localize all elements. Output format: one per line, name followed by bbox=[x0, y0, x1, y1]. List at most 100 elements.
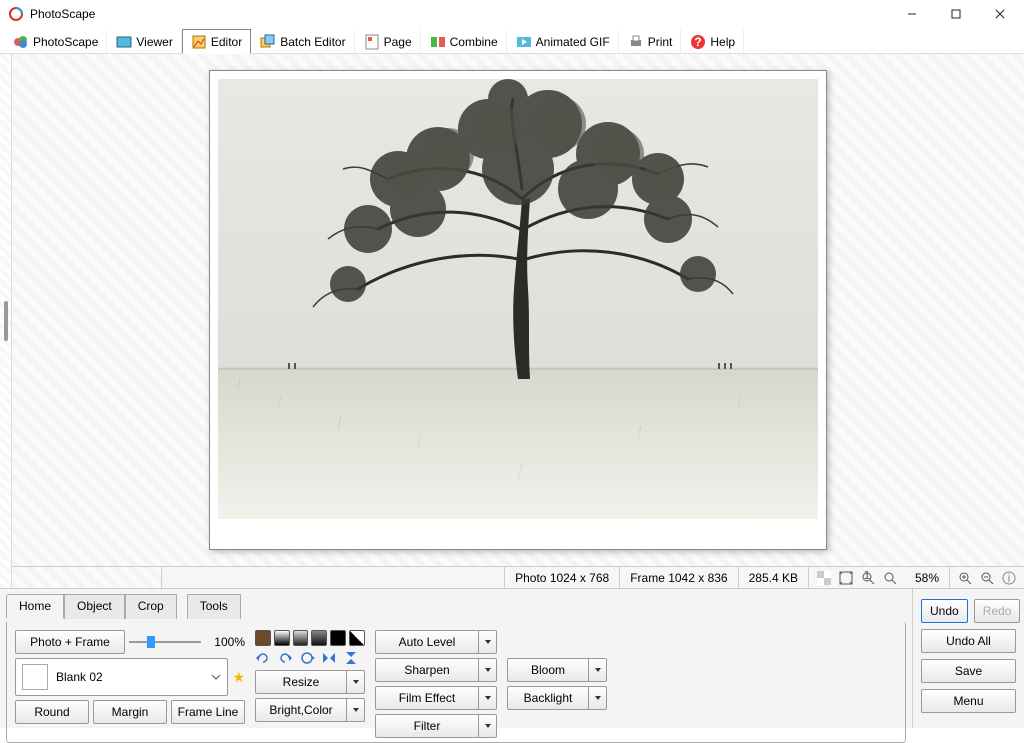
frame-thumb-icon bbox=[22, 664, 48, 690]
status-stretch bbox=[162, 567, 505, 588]
title-bar: PhotoScape bbox=[0, 0, 1024, 28]
margin-button[interactable]: Margin bbox=[93, 700, 167, 724]
effect-column: Bloom Backlight bbox=[507, 630, 607, 710]
btn-label: Bright,Color bbox=[269, 703, 332, 717]
fit-icon[interactable] bbox=[837, 569, 855, 587]
maintab-gif[interactable]: Animated GIF bbox=[507, 29, 619, 54]
maintab-page[interactable]: Page bbox=[355, 29, 421, 54]
tab-label: Crop bbox=[138, 599, 164, 613]
swatch-invert[interactable] bbox=[349, 630, 365, 646]
swatch-sepia[interactable] bbox=[255, 630, 271, 646]
undo-all-button[interactable]: Undo All bbox=[921, 629, 1016, 653]
btn-label: Backlight bbox=[524, 691, 573, 705]
maintab-label: Animated GIF bbox=[536, 35, 610, 49]
maintab-label: Editor bbox=[211, 35, 242, 49]
status-frame-size: Frame 1042 x 836 bbox=[620, 567, 738, 588]
maintab-print[interactable]: Print bbox=[619, 29, 682, 54]
maintab-label: Help bbox=[710, 35, 735, 49]
zoom-out-icon[interactable] bbox=[978, 569, 996, 587]
maintab-label: PhotoScape bbox=[33, 35, 98, 49]
maintab-label: Batch Editor bbox=[280, 35, 345, 49]
left-panel-collapsed[interactable] bbox=[0, 54, 12, 588]
round-button[interactable]: Round bbox=[15, 700, 89, 724]
close-button[interactable] bbox=[978, 0, 1022, 28]
info-icon[interactable]: i bbox=[1000, 569, 1018, 587]
bloom-dropdown[interactable] bbox=[589, 658, 607, 682]
maintab-batch[interactable]: Batch Editor bbox=[251, 29, 354, 54]
btn-label: Filter bbox=[414, 719, 441, 733]
redo-button[interactable]: Redo bbox=[974, 599, 1021, 623]
adjust-column: Auto Level Sharpen Film Effect Filter bbox=[375, 630, 497, 738]
swatch-dark[interactable] bbox=[311, 630, 327, 646]
frame-select-row: Blank 02 ★ bbox=[15, 658, 245, 696]
btn-label: Undo bbox=[930, 604, 959, 618]
checker-icon[interactable] bbox=[815, 569, 833, 587]
maintab-label: Print bbox=[648, 35, 673, 49]
bright-dropdown[interactable] bbox=[347, 698, 365, 722]
film-button[interactable]: Film Effect bbox=[375, 686, 497, 710]
maintab-combine[interactable]: Combine bbox=[421, 29, 507, 54]
rotate-ccw-icon[interactable] bbox=[255, 650, 271, 666]
filter-dropdown[interactable] bbox=[479, 714, 497, 738]
tab-object[interactable]: Object bbox=[64, 594, 125, 619]
flip-horizontal-icon[interactable] bbox=[321, 650, 337, 666]
editor-panel-main: Home Object Crop Tools Photo + Frame 100… bbox=[0, 589, 912, 728]
canvas-wrap: Photo 1024 x 768 Frame 1042 x 836 285.4 … bbox=[12, 54, 1024, 588]
frame-column: Photo + Frame 100% Blank 02 ★ Round Marg… bbox=[15, 630, 245, 724]
btn-label: Auto Level bbox=[399, 635, 456, 649]
canvas-area[interactable] bbox=[12, 54, 1024, 566]
undo-button[interactable]: Undo bbox=[921, 599, 968, 623]
bloom-button[interactable]: Bloom bbox=[507, 658, 607, 682]
zoom-in-icon[interactable] bbox=[956, 569, 974, 587]
svg-text:1: 1 bbox=[864, 571, 871, 582]
btn-label: Redo bbox=[983, 604, 1012, 618]
zoom-fit-icon[interactable] bbox=[881, 569, 899, 587]
sharpen-dropdown[interactable] bbox=[479, 658, 497, 682]
status-file-size: 285.4 KB bbox=[739, 567, 809, 588]
btn-label: Sharpen bbox=[404, 663, 449, 677]
photo-image bbox=[218, 79, 818, 519]
app-icon bbox=[8, 6, 24, 22]
actual-size-icon[interactable]: 1 bbox=[859, 569, 877, 587]
maintab-viewer[interactable]: Viewer bbox=[107, 29, 181, 54]
frameline-button[interactable]: Frame Line bbox=[171, 700, 245, 724]
swatch-bandw[interactable] bbox=[293, 630, 309, 646]
swatch-negative[interactable] bbox=[330, 630, 346, 646]
filter-button[interactable]: Filter bbox=[375, 714, 497, 738]
photo-frame-button[interactable]: Photo + Frame bbox=[15, 630, 125, 654]
frame-buttons-row: Round Margin Frame Line bbox=[15, 700, 245, 724]
status-photo-size: Photo 1024 x 768 bbox=[505, 567, 620, 588]
tab-label: Home bbox=[19, 599, 51, 613]
tab-home[interactable]: Home bbox=[6, 594, 64, 619]
maintab-help[interactable]: ?Help bbox=[681, 29, 744, 54]
sharpen-button[interactable]: Sharpen bbox=[375, 658, 497, 682]
minimize-button[interactable] bbox=[890, 0, 934, 28]
frame-name: Blank 02 bbox=[56, 670, 103, 684]
swatch-grayscale[interactable] bbox=[274, 630, 290, 646]
btn-label: Bloom bbox=[531, 663, 565, 677]
menu-button[interactable]: Menu bbox=[921, 689, 1016, 713]
tab-crop[interactable]: Crop bbox=[125, 594, 177, 619]
film-dropdown[interactable] bbox=[479, 686, 497, 710]
bright-button[interactable]: Bright,Color bbox=[255, 698, 365, 722]
frame-opacity-slider[interactable] bbox=[129, 635, 201, 649]
flip-vertical-icon[interactable] bbox=[343, 650, 359, 666]
resize-dropdown[interactable] bbox=[347, 670, 365, 694]
maintab-editor[interactable]: Editor bbox=[182, 29, 251, 54]
autolevel-dropdown[interactable] bbox=[479, 630, 497, 654]
backlight-dropdown[interactable] bbox=[589, 686, 607, 710]
rotate-cw-icon[interactable] bbox=[277, 650, 293, 666]
maintab-photoscape[interactable]: PhotoScape bbox=[4, 29, 107, 54]
backlight-button[interactable]: Backlight bbox=[507, 686, 607, 710]
action-column: Undo Redo Undo All Save Menu bbox=[912, 589, 1024, 728]
resize-button[interactable]: Resize bbox=[255, 670, 365, 694]
frame-select[interactable]: Blank 02 bbox=[15, 658, 228, 696]
tab-tools[interactable]: Tools bbox=[187, 594, 241, 619]
maximize-button[interactable] bbox=[934, 0, 978, 28]
tab-label: Tools bbox=[200, 599, 228, 613]
rotate-free-icon[interactable] bbox=[299, 650, 315, 666]
favorite-star-icon[interactable]: ★ bbox=[232, 669, 245, 686]
window-title: PhotoScape bbox=[30, 7, 890, 21]
save-button[interactable]: Save bbox=[921, 659, 1016, 683]
autolevel-button[interactable]: Auto Level bbox=[375, 630, 497, 654]
